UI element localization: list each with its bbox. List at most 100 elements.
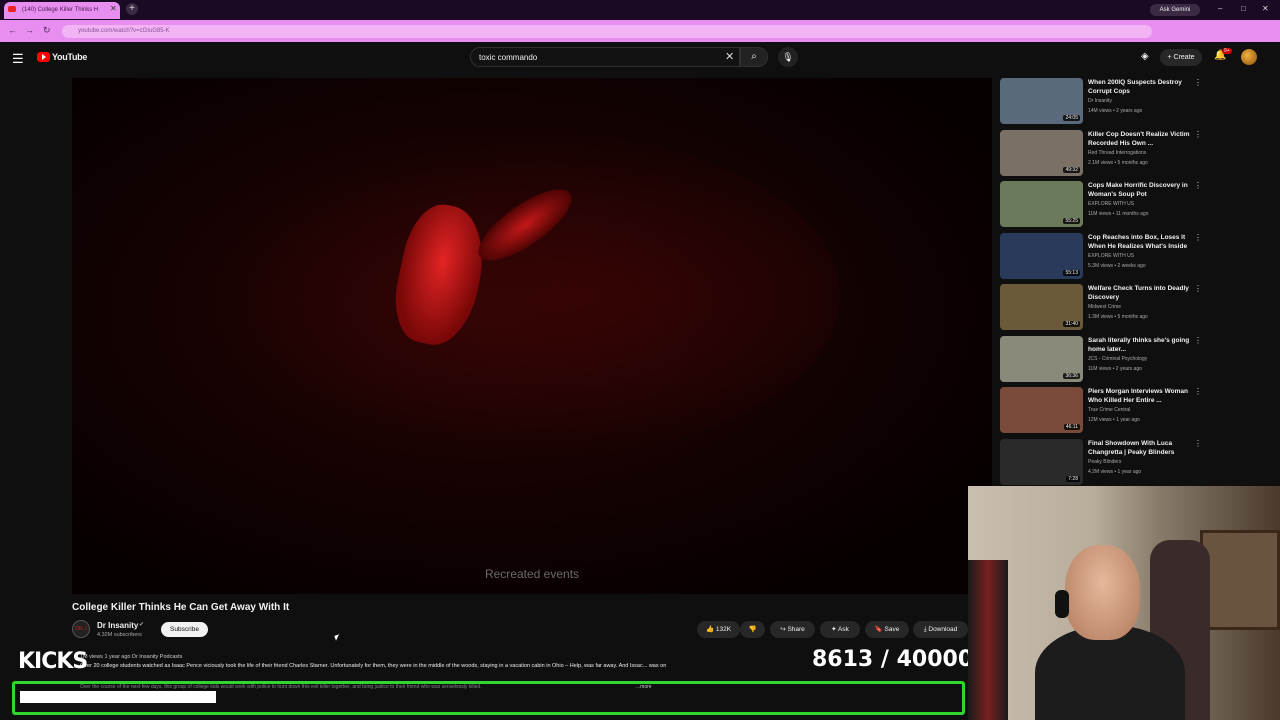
recommended-title[interactable]: Cop Reaches into Box, Loses It When He R… bbox=[1088, 233, 1193, 251]
video-thumbnail[interactable]: 7:28 bbox=[1000, 438, 1083, 485]
subscribe-button[interactable]: Subscribe bbox=[161, 622, 208, 637]
description-text[interactable]: Over 20 college students watched as Isaa… bbox=[80, 663, 820, 669]
youtube-favicon-icon bbox=[8, 6, 16, 12]
recommended-channel[interactable]: EXPLORE WITH US bbox=[1088, 201, 1134, 207]
reload-icon[interactable]: ↻ bbox=[43, 25, 51, 36]
channel-avatar[interactable]: DR. I bbox=[72, 620, 90, 638]
recommended-views: 2.1M views • 5 months ago bbox=[1088, 159, 1148, 166]
recommended-channel[interactable]: Dr Insanity bbox=[1088, 98, 1112, 104]
recommended-video[interactable]: 24:05 When 200IQ Suspects Destroy Corrupt… bbox=[1000, 78, 1205, 128]
video-duration: 55:25 bbox=[1063, 218, 1080, 224]
browser-tab[interactable]: (140) College Killer Thinks H bbox=[4, 2, 120, 19]
recommended-video[interactable]: 7:28 Final Showdown With Luca Changretta … bbox=[1000, 438, 1205, 489]
video-title: College Killer Thinks He Can Get Away Wi… bbox=[72, 602, 290, 613]
dislike-button[interactable]: 👎 bbox=[740, 621, 765, 638]
taskbar bbox=[14, 704, 244, 714]
verified-icon: ✔ bbox=[139, 622, 145, 628]
recommended-channel[interactable]: Red Thread Interrogations bbox=[1088, 150, 1146, 156]
menu-icon[interactable]: ☰ bbox=[12, 51, 24, 67]
logo-play-icon bbox=[42, 54, 46, 60]
search-input[interactable]: toxic commando bbox=[470, 47, 740, 67]
cast-icon[interactable]: ◈ bbox=[1141, 51, 1149, 62]
microphone-icon[interactable]: 🎙 bbox=[778, 47, 798, 67]
share-button[interactable]: ↪ Share bbox=[770, 621, 815, 638]
more-options-icon[interactable]: ⋮ bbox=[1194, 336, 1202, 345]
webcam-curtain bbox=[968, 560, 1008, 720]
overlay-bar bbox=[20, 691, 216, 703]
webcam-streamer-head bbox=[1065, 545, 1140, 640]
create-button[interactable]: + Create bbox=[1160, 49, 1202, 66]
video-duration: 24:05 bbox=[1063, 115, 1080, 121]
thumbs-down-icon: 👎 bbox=[748, 626, 757, 633]
recommended-title[interactable]: When 200IQ Suspects Destroy Corrupt Cops bbox=[1088, 78, 1193, 96]
clear-search-icon[interactable]: ✕ bbox=[725, 50, 734, 63]
maximize-icon[interactable]: □ bbox=[1241, 4, 1246, 13]
more-options-icon[interactable]: ⋮ bbox=[1194, 130, 1202, 139]
more-options-icon[interactable]: ⋮ bbox=[1194, 439, 1202, 448]
download-button[interactable]: ⤓ Download bbox=[913, 621, 968, 638]
video-duration: 55:13 bbox=[1063, 269, 1080, 276]
recommended-channel[interactable]: EXPLORE WITH US bbox=[1088, 253, 1134, 259]
recommended-title[interactable]: Sarah literally thinks she's going home … bbox=[1088, 336, 1193, 354]
minimize-icon[interactable]: – bbox=[1218, 4, 1222, 13]
recommended-channel[interactable]: Peaky Blinders bbox=[1088, 459, 1121, 465]
headset-icon bbox=[1055, 590, 1069, 618]
recreated-events-caption: Recreated events bbox=[484, 567, 580, 581]
save-button[interactable]: 🔖 Save bbox=[865, 621, 909, 638]
video-thumbnail[interactable]: 55:13 bbox=[1000, 232, 1083, 279]
bookmark-icon: 🔖 bbox=[874, 626, 885, 633]
recommended-video[interactable]: 31:40 Welfare Check Turns into Deadly Dis… bbox=[1000, 284, 1205, 334]
recommended-title[interactable]: Killer Cop Doesn't Realize Victim Record… bbox=[1088, 130, 1193, 148]
recommended-views: 11M views • 2 years ago bbox=[1088, 365, 1142, 372]
account-avatar[interactable] bbox=[1241, 49, 1257, 65]
video-thumbnail[interactable]: 49:32 bbox=[1000, 129, 1083, 176]
recommended-title[interactable]: Cops Make Horrific Discovery in Woman's … bbox=[1088, 181, 1193, 199]
video-thumbnail[interactable]: 55:25 bbox=[1000, 181, 1083, 227]
recommended-video[interactable]: 55:13 Cop Reaches into Box, Loses It When… bbox=[1000, 232, 1205, 283]
recommended-video[interactable]: 55:25 Cops Make Horrific Discovery in Wom… bbox=[1000, 181, 1205, 231]
tab-close-icon[interactable]: ✕ bbox=[110, 4, 117, 13]
notification-badge: 9+ bbox=[1222, 48, 1232, 54]
recommended-video[interactable]: 49:32 Killer Cop Doesn't Realize Victim R… bbox=[1000, 129, 1205, 180]
video-thumbnail[interactable]: 36:36 bbox=[1000, 335, 1083, 382]
recommended-views: 11M views • 11 months ago bbox=[1088, 211, 1149, 217]
subscriber-count: 4.32M subscribers bbox=[97, 632, 142, 638]
more-options-icon[interactable]: ⋮ bbox=[1194, 387, 1202, 396]
more-options-icon[interactable]: ⋮ bbox=[1194, 78, 1202, 87]
recommended-video[interactable]: 36:36 Sarah literally thinks she's going … bbox=[1000, 335, 1205, 386]
recommended-title[interactable]: Final Showdown With Luca Changretta | Pe… bbox=[1088, 439, 1193, 457]
like-button[interactable]: 👍 132K bbox=[697, 621, 740, 638]
more-options-icon[interactable]: ⋮ bbox=[1194, 181, 1202, 190]
recommended-video[interactable]: 46:11 Piers Morgan Interviews Woman Who K… bbox=[1000, 387, 1205, 437]
forward-icon[interactable]: → bbox=[25, 25, 34, 35]
url-input[interactable]: youtube.com/watch?v=cGIuG85-K bbox=[62, 25, 1152, 38]
new-tab-button[interactable]: + bbox=[126, 3, 138, 15]
more-options-icon[interactable]: ⋮ bbox=[1194, 233, 1202, 242]
description-meta: 1M views 1 year ago Dr Insanity Podcasts bbox=[80, 654, 183, 660]
video-duration: 7:28 bbox=[1066, 475, 1080, 482]
video-duration: 46:11 bbox=[1063, 424, 1080, 430]
close-window-icon[interactable]: ✕ bbox=[1262, 4, 1269, 13]
recommended-channel[interactable]: True Crime Central bbox=[1088, 407, 1130, 413]
recommended-title[interactable]: Piers Morgan Interviews Woman Who Killed… bbox=[1088, 387, 1193, 405]
video-thumbnail[interactable]: 46:11 bbox=[1000, 387, 1083, 433]
back-icon[interactable]: ← bbox=[8, 25, 17, 35]
ask-gemini-button[interactable]: Ask Gemini bbox=[1150, 4, 1200, 16]
channel-name[interactable]: Dr Insanity bbox=[97, 621, 138, 630]
ask-button[interactable]: ✦ Ask bbox=[820, 621, 860, 638]
recommended-views: 5.3M views • 2 weeks ago bbox=[1088, 262, 1146, 269]
video-thumbnail[interactable]: 24:05 bbox=[1000, 78, 1083, 124]
recommended-views: 12M views • 1 year ago bbox=[1088, 417, 1140, 423]
video-thumbnail[interactable]: 31:40 bbox=[1000, 284, 1083, 330]
mouse-cursor-icon bbox=[334, 634, 341, 641]
sparkle-icon: ✦ bbox=[831, 626, 839, 633]
recommended-channel[interactable]: Midwest Crime bbox=[1088, 304, 1121, 310]
video-duration: 49:32 bbox=[1063, 166, 1080, 173]
more-options-icon[interactable]: ⋮ bbox=[1194, 284, 1202, 293]
youtube-logo-text[interactable]: YouTube bbox=[52, 52, 87, 62]
recommended-channel[interactable]: JCS - Criminal Psychology bbox=[1088, 356, 1147, 362]
recommended-title[interactable]: Welfare Check Turns into Deadly Discover… bbox=[1088, 284, 1193, 302]
video-duration: 36:36 bbox=[1063, 372, 1080, 379]
recommended-views: 4.2M views • 1 year ago bbox=[1088, 468, 1142, 475]
search-button[interactable]: ⌕ bbox=[740, 47, 768, 67]
